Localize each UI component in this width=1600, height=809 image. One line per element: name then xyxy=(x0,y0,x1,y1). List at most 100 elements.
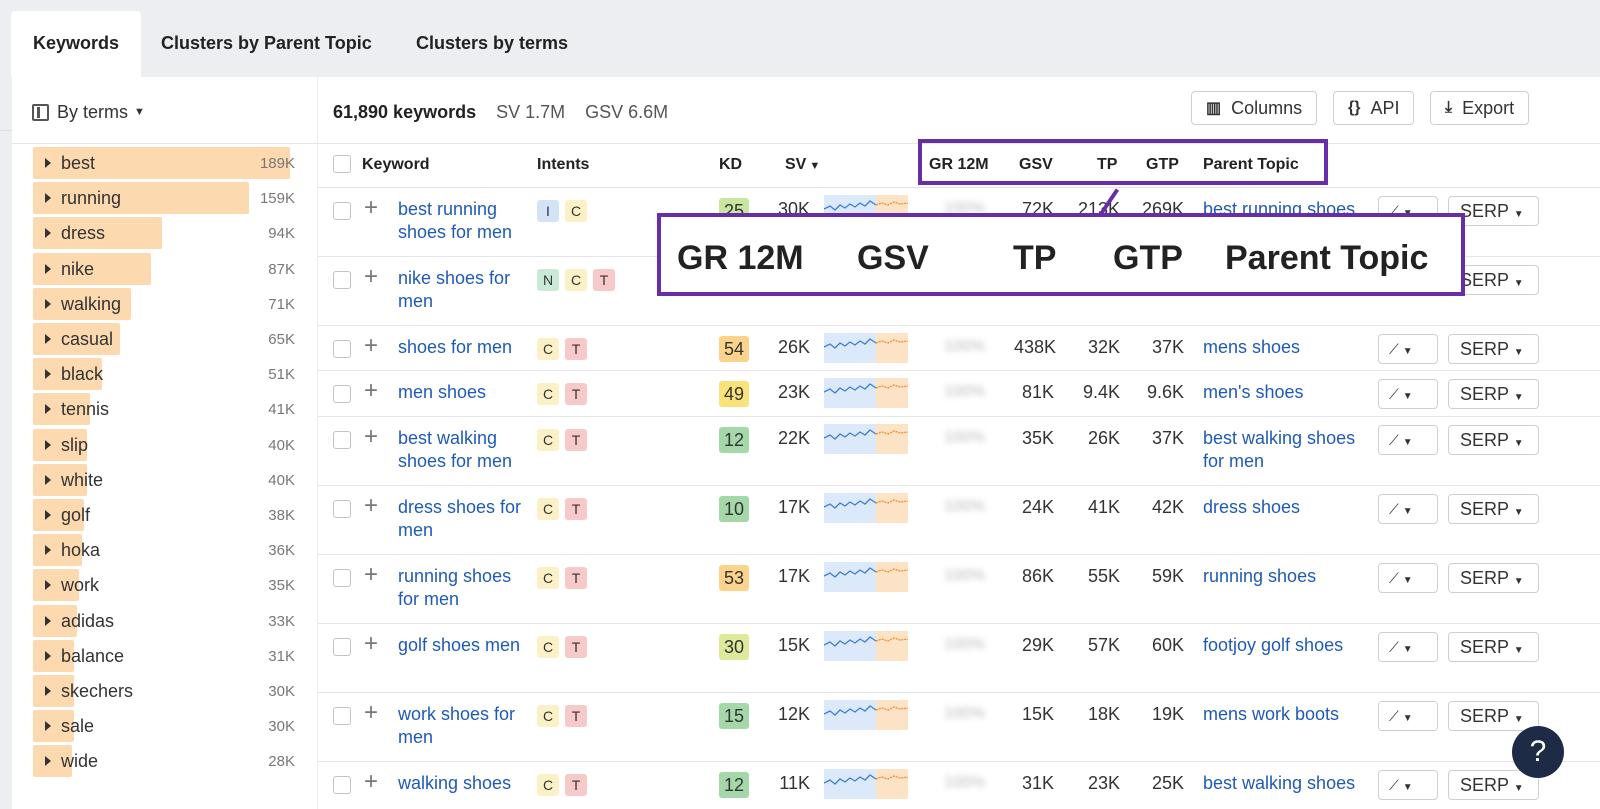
term-item[interactable]: balance 31K xyxy=(33,639,295,672)
term-item[interactable]: skechers 30K xyxy=(33,675,295,707)
column-header-keyword[interactable]: Keyword xyxy=(362,156,430,174)
parent-topic-link[interactable]: men's shoes xyxy=(1203,381,1373,404)
keyword-link[interactable]: shoes for men xyxy=(398,336,533,359)
trend-dropdown[interactable]: ⟋ ▼ xyxy=(1378,425,1438,455)
keyword-link[interactable]: best walking shoes for men xyxy=(398,427,533,473)
add-to-list-icon[interactable]: + xyxy=(364,563,378,587)
add-to-list-icon[interactable]: + xyxy=(364,632,378,656)
select-all-checkbox[interactable] xyxy=(333,155,351,173)
term-item[interactable]: sale 30K xyxy=(33,710,295,743)
term-item[interactable]: hoka 36K xyxy=(33,534,295,567)
row-checkbox[interactable] xyxy=(333,707,351,725)
tab-clusters-by-parent-topic[interactable]: Clusters by Parent Topic xyxy=(139,11,394,77)
row-checkbox[interactable] xyxy=(333,500,351,518)
column-header-intents[interactable]: Intents xyxy=(537,156,589,174)
trend-dropdown[interactable]: ⟋ ▼ xyxy=(1378,494,1438,524)
add-to-list-icon[interactable]: + xyxy=(364,494,378,518)
term-item[interactable]: golf 38K xyxy=(33,499,295,531)
trend-line-icon: ⟋ xyxy=(1389,432,1399,448)
column-header-sv[interactable]: SV ▼ xyxy=(785,156,820,174)
trend-dropdown[interactable]: ⟋ ▼ xyxy=(1378,632,1438,662)
keyword-link[interactable]: nike shoes for men xyxy=(398,267,533,313)
intent-badges: CT xyxy=(537,429,587,451)
chevron-down-icon: ▼ xyxy=(1513,209,1524,220)
term-item[interactable]: best 189K xyxy=(33,147,295,179)
row-checkbox[interactable] xyxy=(333,431,351,449)
row-checkbox[interactable] xyxy=(333,569,351,587)
trend-dropdown[interactable]: ⟋ ▼ xyxy=(1378,563,1438,593)
intent-badge: C xyxy=(537,567,559,589)
tab-keywords[interactable]: Keywords xyxy=(11,11,142,77)
add-to-list-icon[interactable]: + xyxy=(364,334,378,358)
term-item[interactable]: black 51K xyxy=(33,358,295,391)
parent-topic-link[interactable]: best walking shoes xyxy=(1203,772,1373,795)
serp-dropdown[interactable]: SERP ▼ xyxy=(1448,563,1539,593)
term-item[interactable]: nike 87K xyxy=(33,252,295,285)
term-item[interactable]: dress 94K xyxy=(33,217,295,250)
add-to-list-icon[interactable]: + xyxy=(364,425,378,449)
parent-topic-link[interactable]: best walking shoes for men xyxy=(1203,427,1373,473)
intent-badge: N xyxy=(537,269,559,291)
term-item[interactable]: work 35K xyxy=(33,569,295,602)
term-item[interactable]: walking 71K xyxy=(33,287,295,320)
export-button[interactable]: ⤓ Export xyxy=(1430,91,1530,125)
term-item[interactable]: running 159K xyxy=(33,182,295,215)
keyword-link[interactable]: dress shoes for men xyxy=(398,496,533,542)
term-item[interactable]: adidas 33K xyxy=(33,604,295,637)
table-row: + running shoes for men C T 53 17K 100% 86K 55K 5… xyxy=(318,554,1600,623)
serp-dropdown[interactable]: SERP ▼ xyxy=(1448,632,1539,662)
term-label: slip xyxy=(61,434,89,455)
serp-dropdown[interactable]: SERP ▼ xyxy=(1448,494,1539,524)
add-to-list-icon[interactable]: + xyxy=(364,379,378,403)
row-checkbox[interactable] xyxy=(333,202,351,220)
columns-button[interactable]: ▥ Columns xyxy=(1191,91,1318,125)
row-checkbox[interactable] xyxy=(333,271,351,289)
keyword-link[interactable]: running shoes for men xyxy=(398,565,533,611)
add-to-list-icon[interactable]: + xyxy=(364,701,378,725)
tab-clusters-by-terms[interactable]: Clusters by terms xyxy=(394,11,590,77)
term-item[interactable]: white 40K xyxy=(33,463,295,496)
divider xyxy=(0,130,12,131)
keyword-link[interactable]: golf shoes men xyxy=(398,634,533,657)
by-terms-dropdown[interactable]: By terms ▼ xyxy=(32,97,145,127)
parent-topic-link[interactable]: mens work boots xyxy=(1203,703,1373,726)
help-button[interactable]: ? xyxy=(1512,726,1564,778)
term-count: 33K xyxy=(268,612,295,630)
add-to-list-icon[interactable]: + xyxy=(364,265,378,289)
row-checkbox[interactable] xyxy=(333,340,351,358)
trend-dropdown[interactable]: ⟋ ▼ xyxy=(1378,334,1438,364)
term-item[interactable]: slip 40K xyxy=(33,428,295,461)
serp-dropdown[interactable]: SERP ▼ xyxy=(1448,701,1539,731)
intent-badge: C xyxy=(537,429,559,451)
row-checkbox[interactable] xyxy=(333,638,351,656)
trend-dropdown[interactable]: ⟋ ▼ xyxy=(1378,701,1438,731)
serp-dropdown[interactable]: SERP ▼ xyxy=(1448,334,1539,364)
row-checkbox[interactable] xyxy=(333,776,351,794)
keyword-link[interactable]: walking shoes xyxy=(398,772,533,795)
kd-badge: 10 xyxy=(719,496,749,522)
trend-dropdown[interactable]: ⟋ ▼ xyxy=(1378,379,1438,409)
parent-topic-link[interactable]: running shoes xyxy=(1203,565,1373,588)
add-to-list-icon[interactable]: + xyxy=(364,770,378,794)
api-button[interactable]: {} API xyxy=(1333,91,1415,125)
term-label: wide xyxy=(61,751,99,772)
parent-topic-link[interactable]: mens shoes xyxy=(1203,336,1373,359)
column-header-kd[interactable]: KD xyxy=(719,156,742,174)
trend-sparkline xyxy=(824,769,908,799)
add-to-list-icon[interactable]: + xyxy=(364,196,378,220)
keyword-link[interactable]: work shoes for men xyxy=(398,703,533,749)
parent-topic-link[interactable]: dress shoes xyxy=(1203,496,1373,519)
keyword-link[interactable]: men shoes xyxy=(398,381,533,404)
serp-dropdown[interactable]: SERP ▼ xyxy=(1448,379,1539,409)
tp-value: 9.4K xyxy=(1082,382,1120,402)
term-item[interactable]: tennis 41K xyxy=(33,393,295,426)
trend-dropdown[interactable]: ⟋ ▼ xyxy=(1378,770,1438,800)
serp-dropdown[interactable]: SERP ▼ xyxy=(1448,425,1539,455)
term-item[interactable]: casual 65K xyxy=(33,323,295,355)
total-gsv: GSV 6.6M xyxy=(585,101,669,122)
keyword-link[interactable]: best running shoes for men xyxy=(398,198,533,244)
parent-topic-link[interactable]: footjoy golf shoes xyxy=(1203,634,1373,657)
term-item[interactable]: wide 28K xyxy=(33,745,295,778)
row-checkbox[interactable] xyxy=(333,385,351,403)
term-count: 35K xyxy=(268,577,295,595)
